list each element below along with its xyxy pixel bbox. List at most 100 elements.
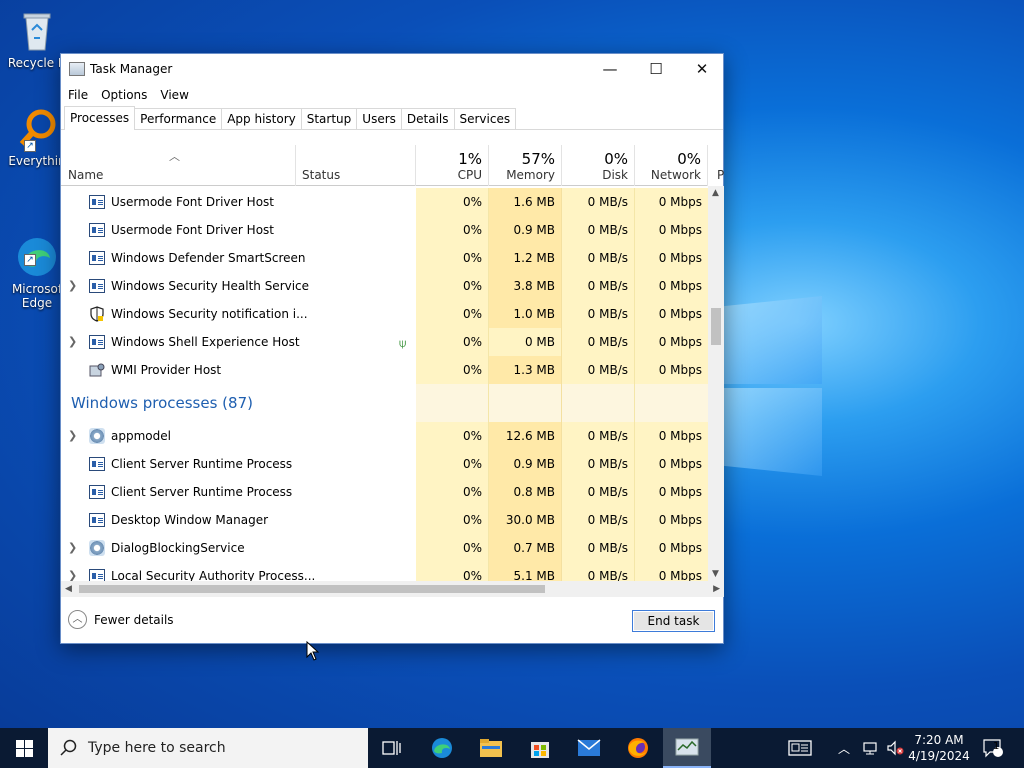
table-row[interactable]: ❯ Local Security Authority Process... 0%… xyxy=(61,562,708,581)
table-row[interactable]: Client Server Runtime Process 0% 0.9 MB … xyxy=(61,450,708,478)
scroll-right-icon[interactable]: ▶ xyxy=(713,584,720,594)
table-row[interactable]: Usermode Font Driver Host 0% 0.9 MB 0 MB… xyxy=(61,216,708,244)
recycle-bin-icon xyxy=(14,8,60,54)
menu-file[interactable]: File xyxy=(68,88,88,102)
disk-value: 0 MB/s xyxy=(562,422,635,450)
chevron-right-icon[interactable]: ❯ xyxy=(68,328,77,356)
table-row[interactable]: ❯ appmodel 0% 12.6 MB 0 MB/s 0 Mbps xyxy=(61,422,708,450)
column-name[interactable]: ︿ Name xyxy=(61,145,296,186)
table-row[interactable]: WMI Provider Host 0% 1.3 MB 0 MB/s 0 Mbp… xyxy=(61,356,708,384)
table-row[interactable]: Client Server Runtime Process 0% 0.8 MB … xyxy=(61,478,708,506)
column-memory[interactable]: 57% Memory xyxy=(489,145,562,186)
cpu-value: 0% xyxy=(416,356,489,384)
table-row[interactable]: Desktop Window Manager 0% 30.0 MB 0 MB/s… xyxy=(61,506,708,534)
scroll-up-icon[interactable]: ▲ xyxy=(712,188,719,198)
sort-up-icon: ︿ xyxy=(169,150,180,163)
cpu-value: 0% xyxy=(416,244,489,272)
taskbar-clock[interactable]: 7:20 AM 4/19/2024 xyxy=(906,732,972,764)
file-explorer-icon xyxy=(480,739,502,757)
search-icon xyxy=(60,739,77,756)
wallpaper-windows-logo xyxy=(720,290,822,480)
network-value: 0 Mbps xyxy=(635,244,708,272)
minimize-button[interactable]: — xyxy=(587,54,633,84)
disk-value: 0 MB/s xyxy=(562,300,635,328)
tab-app-history[interactable]: App history xyxy=(221,108,302,129)
title-bar[interactable]: Task Manager — ☐ ✕ xyxy=(61,54,723,84)
chevron-right-icon[interactable]: ❯ xyxy=(68,272,77,300)
scroll-left-icon[interactable]: ◀ xyxy=(65,584,72,594)
taskbar-firefox[interactable] xyxy=(614,728,662,768)
memory-value: 3.8 MB xyxy=(489,272,562,300)
network-value: 0 Mbps xyxy=(635,506,708,534)
tab-processes[interactable]: Processes xyxy=(64,106,136,130)
task-manager-window[interactable]: Task Manager — ☐ ✕ File Options View Pro… xyxy=(60,53,724,644)
disk-value: 0 MB/s xyxy=(562,506,635,534)
mail-icon xyxy=(577,739,601,756)
cpu-value: 0% xyxy=(416,478,489,506)
taskbar-search-box[interactable]: Type here to search xyxy=(48,728,368,768)
network-tray-button[interactable] xyxy=(862,728,880,768)
chevron-right-icon[interactable]: ❯ xyxy=(68,422,77,450)
tab-startup[interactable]: Startup xyxy=(300,108,358,129)
memory-value: 30.0 MB xyxy=(489,506,562,534)
disk-value: 0 MB/s xyxy=(562,272,635,300)
tab-services[interactable]: Services xyxy=(453,108,517,129)
chevron-right-icon[interactable]: ❯ xyxy=(68,562,77,581)
column-cpu[interactable]: 1% CPU xyxy=(416,145,489,186)
network-value: 0 Mbps xyxy=(635,478,708,506)
menu-view[interactable]: View xyxy=(160,88,188,102)
process-window-icon xyxy=(89,457,105,471)
memory-value: 0.9 MB xyxy=(489,216,562,244)
column-status[interactable]: Status xyxy=(296,145,416,186)
network-value: 0 Mbps xyxy=(635,562,708,581)
action-center-button[interactable]: 1 xyxy=(982,728,1004,768)
vertical-scrollbar[interactable]: ▲ ▼ xyxy=(708,186,724,581)
tab-details[interactable]: Details xyxy=(400,108,455,129)
table-row[interactable]: ❯ Windows Security Health Service 0% 3.8… xyxy=(61,272,708,300)
show-hidden-icons-button[interactable]: ︿ xyxy=(838,728,850,768)
volume-tray-button[interactable] xyxy=(886,728,904,768)
process-window-icon xyxy=(89,513,105,527)
table-row[interactable]: Usermode Font Driver Host 0% 1.6 MB 0 MB… xyxy=(61,188,708,216)
taskbar-edge[interactable] xyxy=(418,728,466,768)
chevron-right-icon[interactable]: ❯ xyxy=(68,534,77,562)
end-task-button[interactable]: End task xyxy=(632,610,715,632)
disk-value: 0 MB/s xyxy=(562,216,635,244)
column-disk[interactable]: 0% Disk xyxy=(562,145,635,186)
table-row[interactable]: ❯ Windows Shell Experience Host ⍦ 0% 0 M… xyxy=(61,328,708,356)
taskbar-mail[interactable] xyxy=(565,728,613,768)
network-value: 0 Mbps xyxy=(635,450,708,478)
process-name: Windows Security notification i... xyxy=(111,307,308,321)
edge-icon: ↗ xyxy=(14,220,60,276)
scroll-down-icon[interactable]: ▼ xyxy=(712,569,719,579)
vertical-scroll-thumb[interactable] xyxy=(711,308,721,345)
group-header-windows-processes[interactable]: Windows processes (87) xyxy=(61,384,708,422)
column-power-truncated[interactable]: P xyxy=(708,145,724,186)
tab-performance[interactable]: Performance xyxy=(134,108,223,129)
table-row[interactable]: Windows Defender SmartScreen 0% 1.2 MB 0… xyxy=(61,244,708,272)
menu-options[interactable]: Options xyxy=(101,88,147,102)
edge-icon xyxy=(432,738,452,758)
horizontal-scrollbar[interactable]: ◀ ▶ xyxy=(61,581,724,597)
table-row[interactable]: Windows Security notification i... 0% 1.… xyxy=(61,300,708,328)
news-widget-button[interactable] xyxy=(788,728,812,768)
taskbar-store[interactable] xyxy=(516,728,564,768)
process-name: Windows Defender SmartScreen xyxy=(111,251,306,265)
tab-users[interactable]: Users xyxy=(356,108,402,129)
table-row[interactable]: ❯ DialogBlockingService 0% 0.7 MB 0 MB/s… xyxy=(61,534,708,562)
process-window-icon xyxy=(89,195,105,209)
fewer-details-button[interactable]: ︿ Fewer details xyxy=(68,610,174,629)
start-button[interactable] xyxy=(0,728,48,768)
horizontal-scroll-thumb[interactable] xyxy=(79,585,545,593)
taskbar-task-manager[interactable] xyxy=(663,728,711,768)
clock-date: 4/19/2024 xyxy=(908,749,970,763)
network-value: 0 Mbps xyxy=(635,300,708,328)
process-name: Usermode Font Driver Host xyxy=(111,223,274,237)
process-window-icon xyxy=(89,279,105,293)
column-network[interactable]: 0% Network xyxy=(635,145,708,186)
close-button[interactable]: ✕ xyxy=(679,54,725,84)
task-view-button[interactable] xyxy=(368,728,416,768)
taskbar-file-explorer[interactable] xyxy=(467,728,515,768)
cpu-value: 0% xyxy=(416,188,489,216)
maximize-button[interactable]: ☐ xyxy=(633,54,679,84)
